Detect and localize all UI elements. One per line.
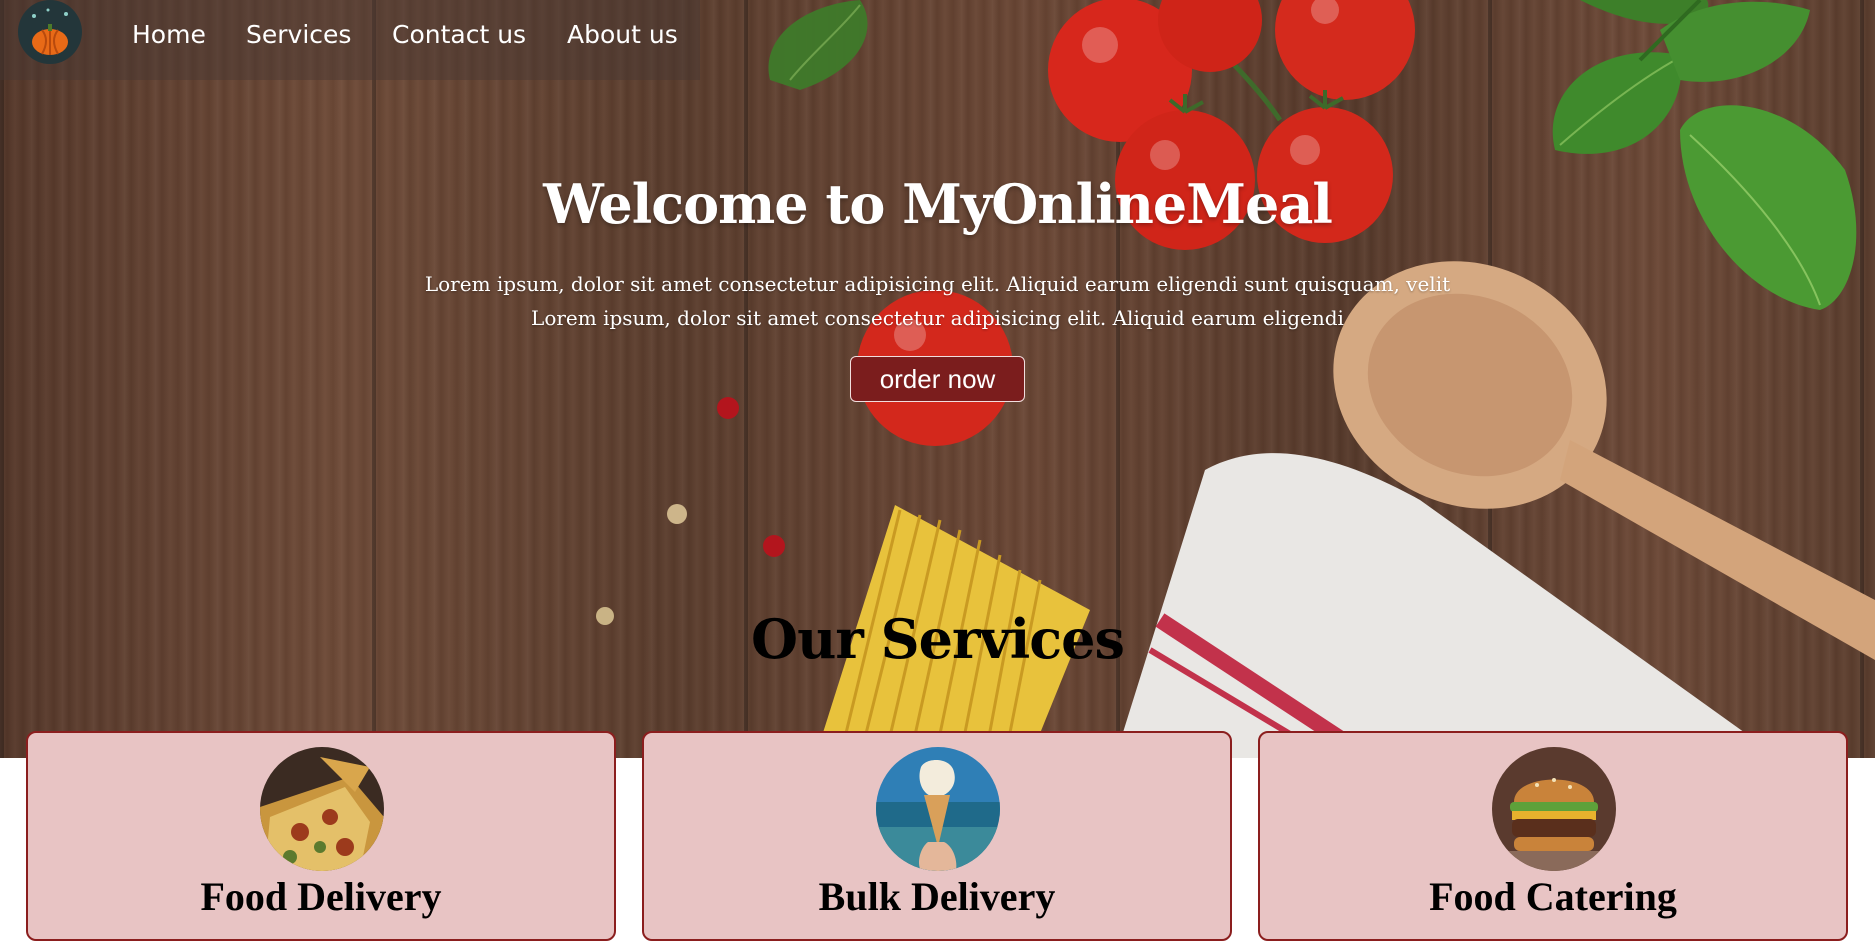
service-card-title: Bulk Delivery <box>818 874 1056 919</box>
pumpkin-logo-icon[interactable] <box>18 0 82 64</box>
hero-title: Welcome to MyOnlineMeal <box>543 172 1333 236</box>
hero-section: Home Services Contact us About us Welcom… <box>0 0 1875 758</box>
service-card-title: Food Catering <box>1429 874 1677 919</box>
nav-services-link[interactable]: Services <box>246 20 351 49</box>
order-now-button[interactable]: order now <box>850 356 1025 402</box>
top-navbar: Home Services Contact us About us <box>0 0 700 80</box>
services-heading: Our Services <box>751 607 1125 671</box>
hero-description-line-1: Lorem ipsum, dolor sit amet consectetur … <box>424 272 1451 296</box>
burger-image <box>1492 747 1616 871</box>
service-card-food-catering[interactable]: Food Catering <box>1258 731 1848 941</box>
nav-about-link[interactable]: About us <box>567 20 678 49</box>
basil-leaves-left <box>768 0 868 90</box>
basil-leaves-right <box>1552 0 1857 310</box>
nav-home-link[interactable]: Home <box>132 20 206 49</box>
nav-contact-link[interactable]: Contact us <box>392 20 526 49</box>
ice-cream-cone-image <box>876 747 1000 871</box>
service-card-title: Food Delivery <box>200 874 442 919</box>
hero-description-line-2: Lorem ipsum, dolor sit amet consectetur … <box>531 306 1344 330</box>
service-card-food-delivery[interactable]: Food Delivery <box>26 731 616 941</box>
pizza-image <box>260 747 384 871</box>
service-card-bulk-delivery[interactable]: Bulk Delivery <box>642 731 1232 941</box>
